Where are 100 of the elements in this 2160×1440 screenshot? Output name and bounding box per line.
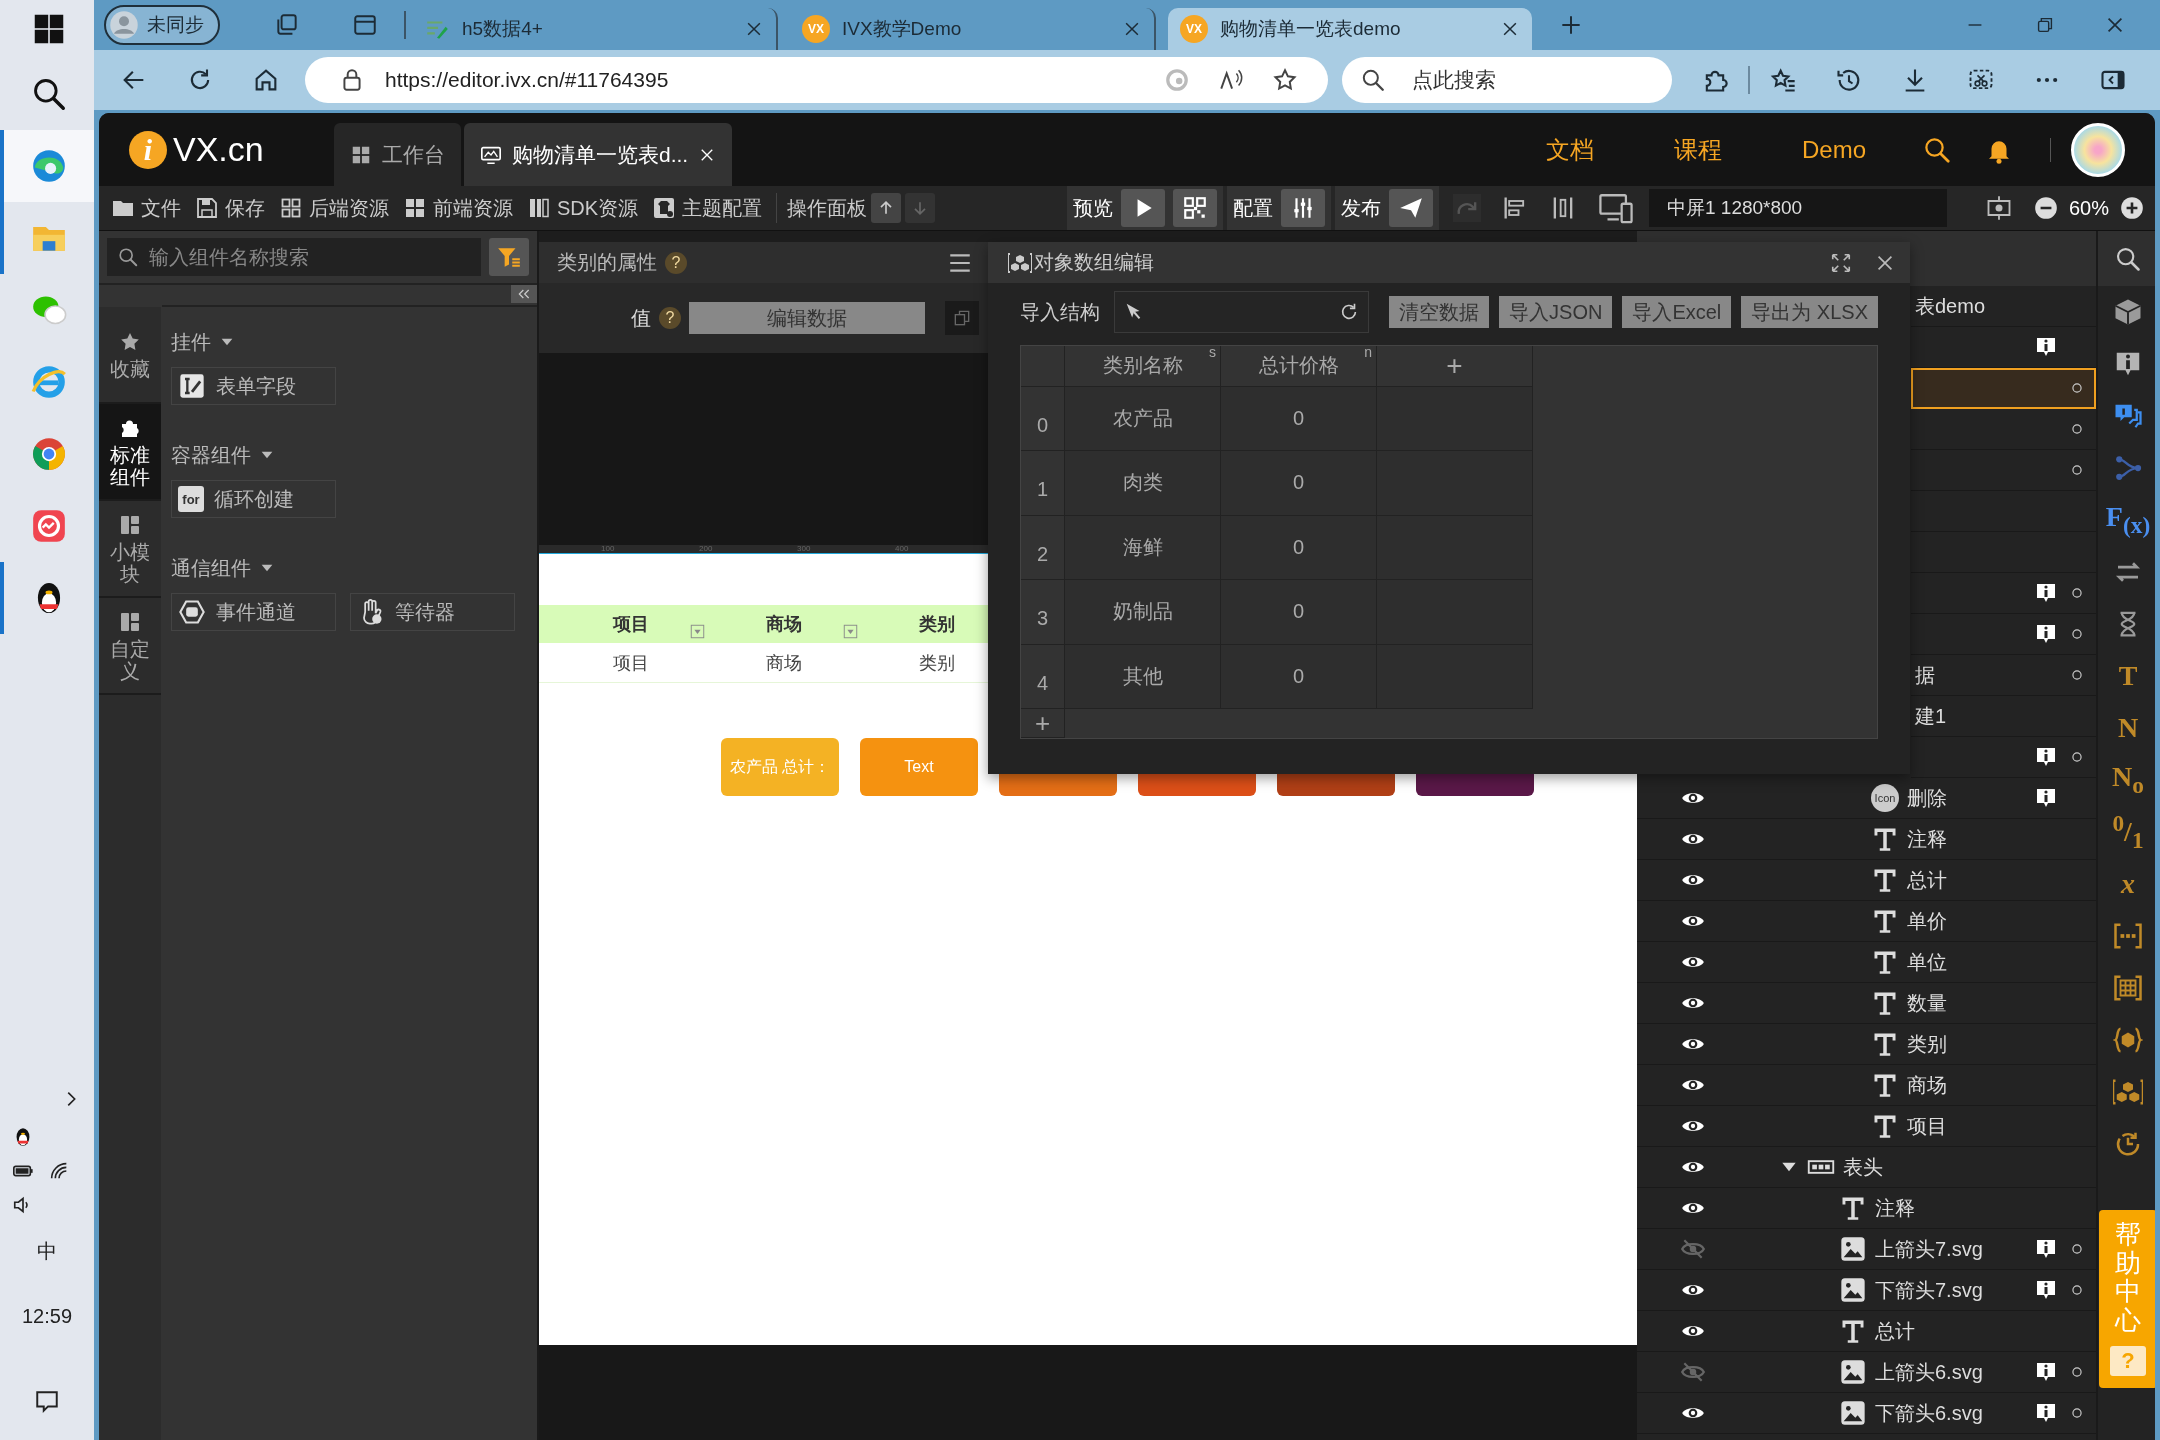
ring-icon[interactable] <box>2070 1283 2084 1297</box>
layer-row[interactable]: 注释 <box>1637 1188 2096 1229</box>
toolbar-button[interactable] <box>1120 189 1165 227</box>
header-link[interactable]: 文档 <box>1545 133 1594 166</box>
bracket-cubes-icon[interactable] <box>2113 1077 2143 1107</box>
table-cell[interactable]: 0 <box>1221 386 1377 452</box>
table-cell[interactable]: 其他 <box>1065 644 1221 709</box>
type-glyph[interactable]: T <box>2118 662 2138 690</box>
ring-icon[interactable] <box>2070 586 2084 600</box>
layer-row[interactable]: 商场 <box>1637 1065 2096 1106</box>
type-glyph[interactable]: $^{0}$/$_{1}$ <box>2112 811 2144 853</box>
toolbar-button[interactable]: 后端资源 <box>279 194 389 222</box>
layer-row[interactable]: 下箭头6.svg <box>1637 1393 2096 1434</box>
zoom-in-icon[interactable] <box>2119 195 2145 221</box>
filter-button[interactable] <box>489 238 529 276</box>
bracket-dots-icon[interactable] <box>2113 921 2143 951</box>
toolbar-button[interactable] <box>1388 189 1433 227</box>
device-icon[interactable] <box>1596 191 1635 225</box>
type-glyph[interactable]: N <box>2117 714 2139 742</box>
ring-icon[interactable] <box>2070 750 2084 764</box>
table-cell[interactable]: 海鲜 <box>1065 515 1221 581</box>
add-row-button[interactable]: + <box>1021 709 1065 738</box>
table-cell[interactable]: 0 <box>1221 451 1377 516</box>
group-header[interactable]: 通信组件 <box>171 543 527 593</box>
table-cell[interactable]: 农产品 <box>1065 386 1221 452</box>
table-cell[interactable]: 0 <box>1221 644 1377 709</box>
help-button[interactable]: ? <box>665 251 687 274</box>
layer-row[interactable]: 总计 <box>1637 860 2096 901</box>
collapse-button[interactable] <box>511 285 537 303</box>
editor-tab[interactable]: 购物清单一览表d... <box>464 123 733 186</box>
component-item[interactable]: 表单字段 <box>171 367 336 405</box>
layer-row[interactable] <box>1911 368 2096 409</box>
table-cell[interactable]: 奶制品 <box>1065 580 1221 645</box>
toolbar-button[interactable]: 前端资源 <box>403 194 513 222</box>
bracket-grid-icon[interactable] <box>2113 973 2143 1003</box>
type-glyph[interactable]: x <box>2121 870 2135 898</box>
table-cell[interactable]: 0 <box>1221 580 1377 645</box>
logo-text[interactable]: VX.cn <box>173 130 264 169</box>
layer-row[interactable]: 上箭头6.svg <box>1637 1352 2096 1393</box>
fullscreen-icon[interactable] <box>1830 251 1852 274</box>
help-button[interactable]: ? <box>659 307 681 329</box>
layer-row[interactable]: 上箭头7.svg <box>1637 1229 2096 1270</box>
category-tab[interactable]: 自定义 <box>99 598 161 695</box>
structure-field[interactable] <box>1114 291 1370 333</box>
action-button[interactable]: 清空数据 <box>1389 296 1490 328</box>
component-item[interactable]: 事件通道 <box>171 593 336 631</box>
table-cell[interactable]: 肉类 <box>1065 451 1221 516</box>
dropdown-icon[interactable] <box>690 624 705 639</box>
braces-cube-icon[interactable] <box>2113 1025 2143 1055</box>
toolbar-button[interactable]: 文件 <box>111 194 181 222</box>
layer-row[interactable]: 下箭头7.svg <box>1637 1270 2096 1311</box>
layer-row[interactable]: Icon 删除 <box>1637 778 2096 819</box>
input-method[interactable]: 中 <box>37 1238 57 1265</box>
search-field[interactable]: 输入组件名称搜索 <box>107 238 481 276</box>
ring-icon[interactable] <box>2070 1406 2084 1420</box>
layer-row[interactable]: 表头 <box>1637 1147 2096 1188</box>
column-header[interactable]: 类别名称 s <box>1065 346 1221 387</box>
category-tab[interactable]: 标准组件 <box>99 404 161 501</box>
action-button[interactable]: 导出为 XLSX <box>1741 296 1878 328</box>
layer-row[interactable]: 项目 <box>1637 1106 2096 1147</box>
favorites-icon[interactable] <box>1769 66 1797 94</box>
toolbar-button[interactable]: 主题配置 <box>652 194 763 222</box>
search-field[interactable]: 点此搜索 <box>1342 57 1673 103</box>
toolbar-button[interactable]: 保存 <box>195 194 265 222</box>
zoom-out-icon[interactable] <box>2032 195 2059 221</box>
layer-row[interactable]: 注释 <box>1637 819 2096 860</box>
group-header[interactable]: 容器组件 <box>171 430 527 480</box>
component-item[interactable]: for 循环创建 <box>171 480 336 518</box>
header-link[interactable]: Demo <box>1801 135 1866 164</box>
browser-tab[interactable]: VX 购物清单一览表demo <box>1168 8 1532 50</box>
copy-button[interactable] <box>945 301 979 335</box>
edit-data-button[interactable]: 编辑数据 <box>689 302 925 334</box>
ring-icon[interactable] <box>2070 668 2084 682</box>
type-glyph[interactable]: F$_{(x)}$ <box>2105 503 2151 537</box>
tabs-icon[interactable] <box>274 12 300 38</box>
ring-icon[interactable] <box>2070 1242 2084 1256</box>
screen-select[interactable]: 中屏1 1280*800 <box>1648 189 1947 227</box>
arrow-button[interactable] <box>871 193 902 223</box>
ring-icon[interactable] <box>2070 463 2084 477</box>
ring-icon[interactable] <box>2070 1365 2084 1379</box>
group-header[interactable]: 挂件 <box>171 317 527 367</box>
action-button[interactable]: 导入JSON <box>1499 296 1613 328</box>
ring-icon[interactable] <box>2070 381 2084 395</box>
profile-button[interactable]: 未同步 <box>104 5 220 45</box>
address-field[interactable]: https://editor.ivx.cn/#11764395 <box>305 57 1329 103</box>
dropdown-icon[interactable] <box>843 624 858 639</box>
layer-row[interactable]: 数量 <box>1637 983 2096 1024</box>
editor-tab[interactable]: 工作台 <box>334 123 461 186</box>
header-link[interactable]: 课程 <box>1673 133 1722 166</box>
layer-row[interactable]: 单位 <box>1637 942 2096 983</box>
category-tab[interactable]: 小模块 <box>99 501 161 598</box>
box-icon[interactable] <box>2113 297 2143 327</box>
column-header[interactable]: 总计价格 n <box>1221 346 1377 387</box>
layer-row[interactable]: 总计 <box>1637 1311 2096 1352</box>
ring-icon[interactable] <box>2070 422 2084 436</box>
toolbar-button[interactable]: SDK资源 <box>527 194 639 222</box>
component-item[interactable]: 等待器 <box>350 593 515 631</box>
clock-time[interactable]: 12:59 <box>21 1305 73 1328</box>
layer-row[interactable]: 单价 <box>1637 901 2096 942</box>
layer-row[interactable]: 类别 <box>1637 1024 2096 1065</box>
